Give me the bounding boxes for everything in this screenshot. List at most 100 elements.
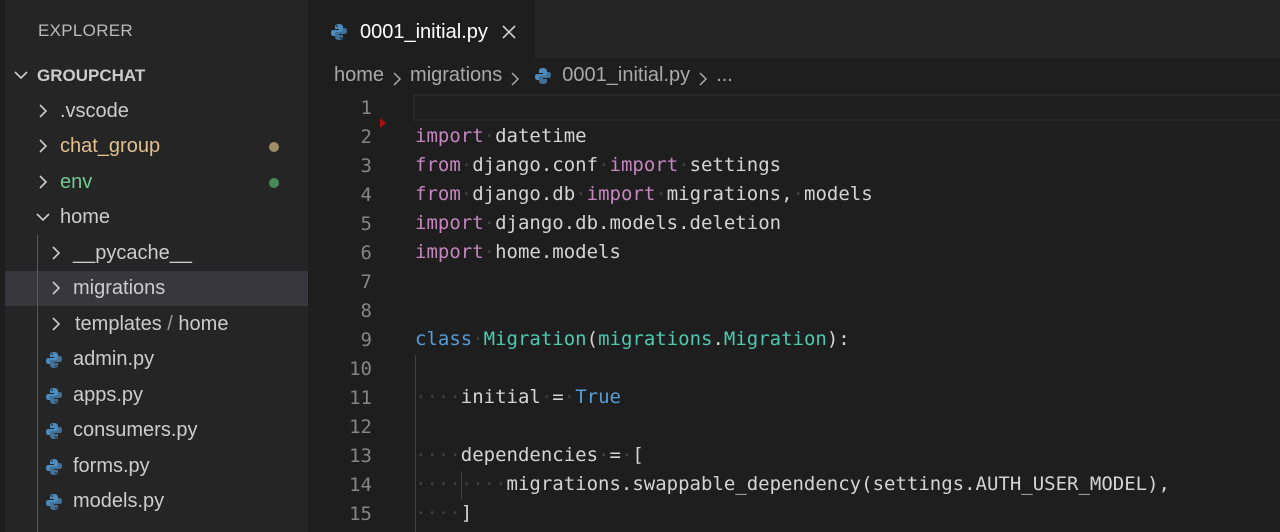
workspace-root[interactable]: GROUPCHAT <box>5 58 308 93</box>
line-number: 5 <box>360 213 372 235</box>
tree-indent-guide <box>37 235 38 532</box>
tree-item-chat-group[interactable]: chat_group <box>5 129 308 164</box>
python-icon <box>45 351 63 369</box>
code-text: ····initial·=·True <box>415 386 621 408</box>
code-line: 12 <box>308 413 1280 442</box>
code-text: ········migrations.swappable_dependency(… <box>415 473 1170 495</box>
tree-item-label: env <box>60 171 93 193</box>
code-line: 11 ····initial·=·True <box>308 384 1280 413</box>
python-icon <box>534 67 552 85</box>
code-line: 13 ····dependencies·=·[ <box>308 442 1280 471</box>
chevron-down-icon <box>13 67 29 83</box>
breadcrumb-item-home[interactable]: home <box>334 64 384 87</box>
chevron-right-icon <box>696 69 710 86</box>
tree-item-label: models.py <box>73 490 165 512</box>
line-number: 3 <box>360 155 372 177</box>
tree-item-label: templates / home <box>75 313 228 336</box>
breadcrumb-item-symbols[interactable]: ... <box>716 64 733 87</box>
code-line: 6 import·home.models <box>308 239 1280 268</box>
untracked-status-dot <box>269 178 279 188</box>
tree-item-pycache[interactable]: __pycache__ <box>5 236 308 271</box>
code-text: from·django.conf·import·settings <box>415 154 782 176</box>
compact-folder-name: home <box>178 313 229 335</box>
code-line: 9 class·Migration(migrations.Migration): <box>308 326 1280 355</box>
tree-item-label: .vscode <box>60 100 129 122</box>
code-line: 1 <box>308 94 1280 128</box>
code-line: 3 from·django.conf·import·settings <box>308 152 1280 181</box>
tree-item-label: consumers.py <box>73 419 198 441</box>
close-icon[interactable] <box>501 24 517 40</box>
code-line: 4 from·django.db·import·migrations,·mode… <box>308 181 1280 210</box>
line-number: 8 <box>360 300 372 322</box>
line-number: 9 <box>360 329 372 351</box>
python-icon <box>45 458 63 476</box>
workspace-root-label: GROUPCHAT <box>37 66 146 85</box>
chevron-right-icon <box>35 138 51 154</box>
tree-item-consumers-py[interactable]: consumers.py <box>5 413 308 448</box>
tree-item-admin-py[interactable]: admin.py <box>5 342 308 377</box>
code-text: import·django.db.models.deletion <box>415 212 782 234</box>
tree-item-label: admin.py <box>73 348 155 370</box>
tree-item-models-py[interactable]: models.py <box>5 484 308 519</box>
tree-item-migrations[interactable]: migrations <box>5 271 308 306</box>
code-line: 14 ········migrations.swappable_dependen… <box>308 471 1280 500</box>
tree-item-label: home <box>60 206 111 228</box>
chevron-right-icon <box>48 280 64 296</box>
compact-folder-name: templates <box>75 313 162 335</box>
chevron-right-icon <box>48 245 64 261</box>
line-number: 13 <box>349 445 372 467</box>
tree-item-vscode[interactable]: .vscode <box>5 94 308 129</box>
python-icon <box>330 23 348 41</box>
tree-item-home[interactable]: home <box>5 200 308 235</box>
explorer-title: EXPLORER <box>38 21 133 40</box>
code-text: import·datetime <box>415 125 587 147</box>
tab-label: 0001_initial.py <box>360 21 488 43</box>
chevron-down-icon <box>35 209 51 225</box>
chevron-right-icon <box>35 103 51 119</box>
code-line: 2 import·datetime <box>308 123 1280 152</box>
line-number: 2 <box>360 126 372 148</box>
line-number: 15 <box>349 503 372 525</box>
code-line: 15 ····] <box>308 500 1280 529</box>
chevron-right-icon <box>390 69 404 86</box>
explorer-sidebar: EXPLORER GROUPCHAT .vscode chat_group en… <box>0 0 308 532</box>
indent-guide <box>415 355 416 532</box>
line-number: 4 <box>360 184 372 206</box>
python-icon <box>45 493 63 511</box>
tab-0001-initial-py[interactable]: 0001_initial.py <box>308 0 535 58</box>
code-line: 8 <box>308 297 1280 326</box>
tree-item-label: apps.py <box>73 384 144 406</box>
line-number: 6 <box>360 242 372 264</box>
code-text: ····dependencies·=·[ <box>415 444 644 466</box>
code-text: from·django.db·import·migrations,·models <box>415 183 873 205</box>
editor-tab-bar: 0001_initial.py <box>308 0 1280 58</box>
tree-item-env[interactable]: env <box>5 165 308 200</box>
tree-item-forms-py[interactable]: forms.py <box>5 449 308 484</box>
tree-item-templates[interactable]: templates / home <box>5 307 308 342</box>
line-number: 14 <box>349 474 372 496</box>
python-icon <box>45 387 63 405</box>
tree-item-apps-py[interactable]: apps.py <box>5 378 308 413</box>
indent-guide <box>461 471 462 500</box>
modified-status-dot <box>269 142 279 152</box>
code-line: 5 import·django.db.models.deletion <box>308 210 1280 239</box>
chevron-right-icon <box>48 316 64 332</box>
tree-item-label: chat_group <box>60 135 161 157</box>
line-number: 7 <box>360 271 372 293</box>
code-text: ····] <box>415 502 473 524</box>
code-line: 7 <box>308 268 1280 297</box>
breadcrumb-item-migrations[interactable]: migrations <box>410 64 502 87</box>
code-text: class·Migration(migrations.Migration): <box>415 328 850 350</box>
current-line-highlight <box>413 94 1280 121</box>
line-number: 11 <box>349 387 372 409</box>
tree-item-label: migrations <box>73 277 166 299</box>
code-editor[interactable]: 1 2 import·datetime 3 from·django.conf·i… <box>308 92 1280 532</box>
line-number: 10 <box>349 358 372 380</box>
chevron-right-icon <box>35 174 51 190</box>
breadcrumb: home migrations 0001_initial.py... <box>334 64 733 90</box>
breadcrumb-item-file[interactable]: 0001_initial.py <box>562 64 690 87</box>
line-number: 1 <box>360 97 372 119</box>
tree-item-label: forms.py <box>73 455 150 477</box>
compact-folder-separator: / <box>167 313 173 335</box>
code-line: 10 <box>308 355 1280 384</box>
